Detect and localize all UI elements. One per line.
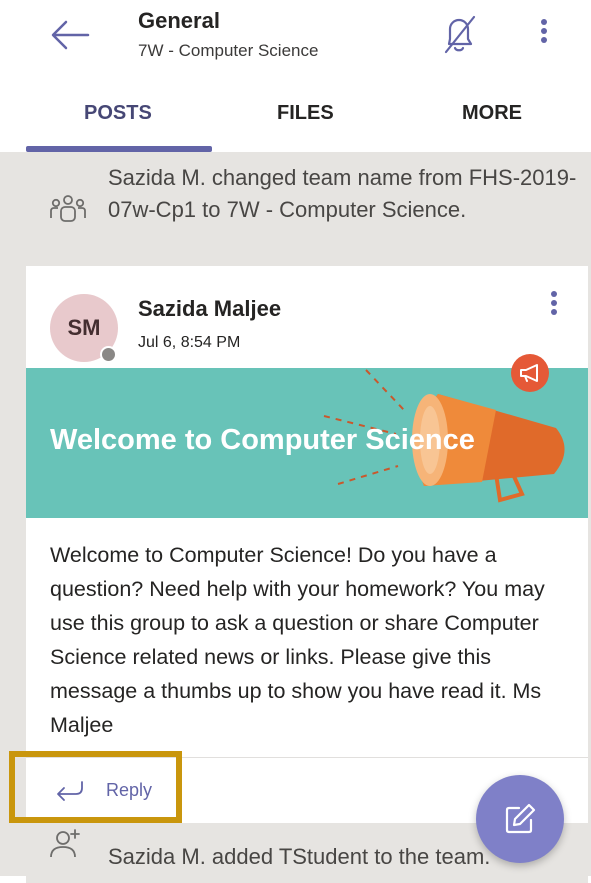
more-options-button[interactable] (532, 16, 556, 52)
more-vertical-icon (551, 291, 557, 297)
tab-posts[interactable]: POSTS (84, 102, 152, 125)
banner-title: Welcome to Computer Science (50, 424, 475, 456)
announcement-post: SM Sazida Maljee Jul 6, 8:54 PM Welcome … (26, 266, 588, 823)
team-icon (50, 195, 86, 222)
post-timestamp: Jul 6, 8:54 PM (138, 334, 241, 351)
system-message-text: Sazida M. added TStudent to the team. (108, 844, 491, 869)
more-vertical-icon (541, 19, 547, 25)
compose-button[interactable] (476, 775, 564, 863)
bell-off-icon (444, 15, 476, 54)
compose-icon (505, 803, 536, 834)
add-person-icon (50, 829, 80, 858)
arrow-left-icon (51, 20, 90, 50)
highlight-box (9, 751, 182, 823)
tab-files[interactable]: FILES (277, 102, 334, 125)
post-author: Sazida Maljee (138, 296, 282, 321)
post-body: Welcome to Computer Science! Do you have… (50, 543, 545, 737)
presence-indicator (100, 346, 117, 363)
announcement-banner: Welcome to Computer Science (26, 368, 588, 518)
channel-title: General (138, 8, 220, 33)
system-message: Sazida M. changed team name from FHS-201… (26, 152, 588, 266)
team-name: 7W - Computer Science (138, 41, 319, 60)
system-message-text: Sazida M. changed team name from FHS-201… (108, 165, 577, 222)
tab-more[interactable]: MORE (462, 102, 522, 125)
announcement-badge (511, 354, 549, 392)
post-options-button[interactable] (544, 288, 564, 324)
channel-tabs: POSTS FILES MORE (0, 80, 591, 152)
notifications-button[interactable] (440, 14, 480, 56)
channel-header: General 7W - Computer Science (0, 0, 591, 80)
back-button[interactable] (48, 18, 92, 52)
megaphone-icon (520, 364, 538, 382)
